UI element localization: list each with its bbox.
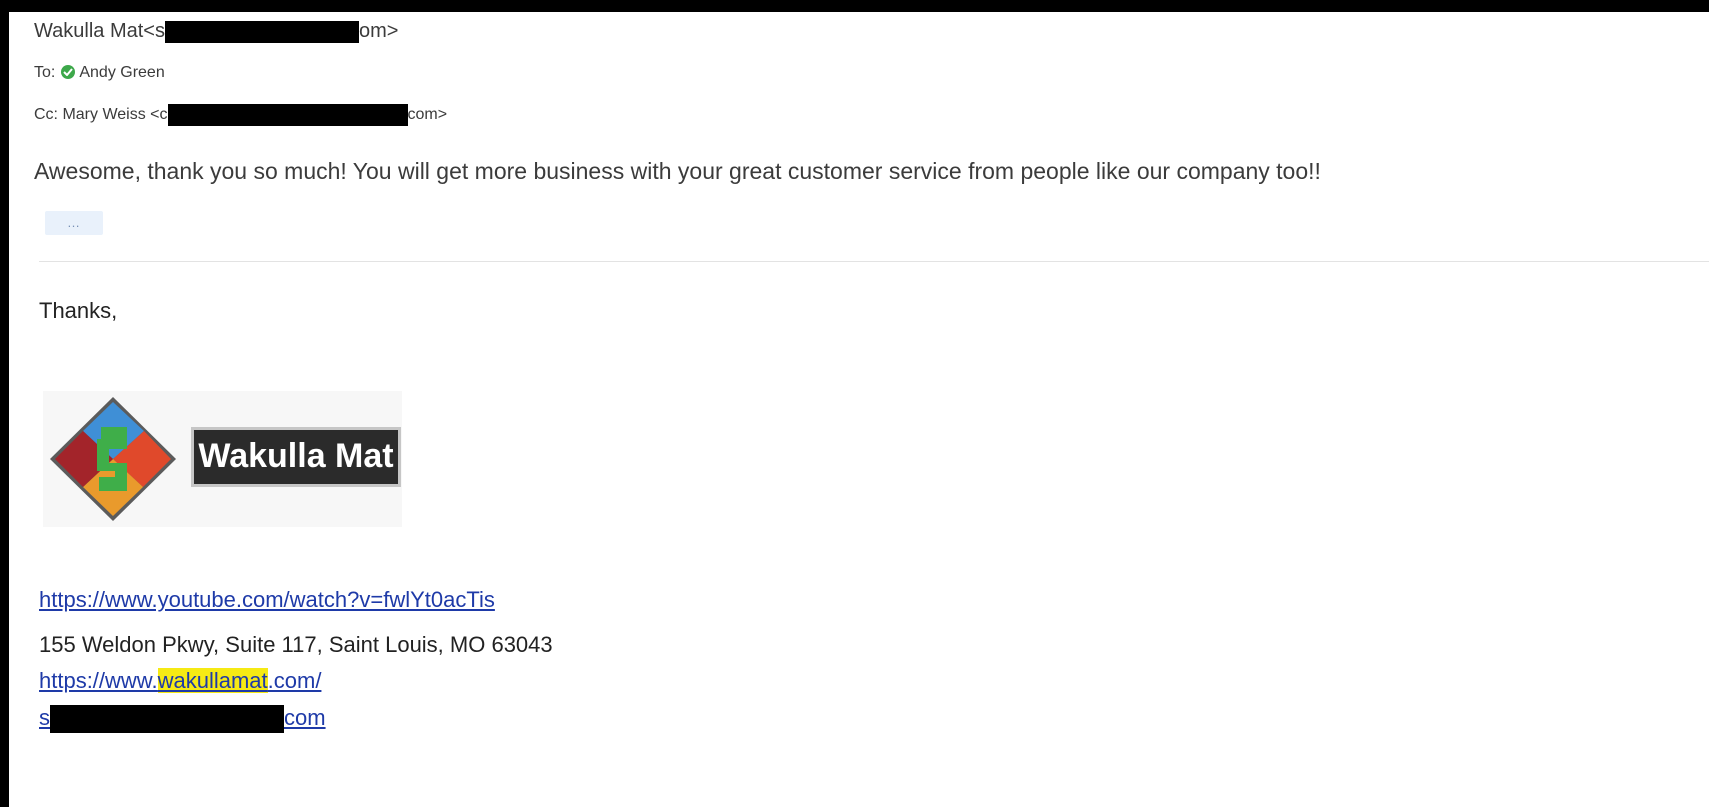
- website-prefix: https://www.: [39, 668, 158, 693]
- company-logo: Wakulla Mat: [43, 391, 402, 527]
- website-highlight: wakullamat: [157, 668, 268, 693]
- cc-label: Cc:: [34, 106, 58, 124]
- email-suffix: com: [284, 705, 326, 730]
- sender-email-suffix: om>: [358, 20, 399, 42]
- to-line: To: Andy Green: [34, 64, 165, 82]
- logo-wordmark: Wakulla Mat: [191, 427, 401, 487]
- divider: [39, 261, 1709, 262]
- left-black-band: [0, 0, 9, 807]
- screenshot-canvas: Wakulla Mat<s om> To: Andy Green Cc: Mary …: [0, 0, 1709, 807]
- redacted-block: [167, 104, 408, 126]
- sender-name: Wakulla Mat<s: [34, 20, 165, 42]
- cc-line: Cc: Mary Weiss <c com>: [34, 104, 447, 126]
- address: 155 Weldon Pkwy, Suite 117, Saint Louis,…: [39, 632, 553, 657]
- top-black-band: [0, 0, 1709, 12]
- to-label: To:: [34, 64, 56, 81]
- email-link[interactable]: s com: [39, 705, 326, 734]
- signature-greeting: Thanks,: [39, 298, 118, 323]
- presence-available-icon: [61, 64, 76, 79]
- sender-line[interactable]: Wakulla Mat<s om>: [34, 20, 398, 43]
- diamond-mosaic-logo-icon: [50, 397, 176, 521]
- website-suffix: .com/: [267, 668, 322, 693]
- redacted-block: [164, 20, 359, 43]
- youtube-link[interactable]: https://www.youtube.com/watch?v=fwlYt0ac…: [39, 587, 495, 613]
- message-body: Awesome, thank you so much! You will get…: [34, 158, 1321, 184]
- show-quoted-text-button[interactable]: …: [45, 211, 103, 235]
- email-message: Wakulla Mat<s om> To: Andy Green Cc: Mary …: [9, 12, 1709, 807]
- cc-recipient[interactable]: Mary Weiss <c: [62, 106, 167, 123]
- redacted-block: [50, 705, 284, 734]
- recipient-name[interactable]: Andy Green: [79, 64, 164, 81]
- email-prefix: s: [39, 705, 50, 730]
- website-link[interactable]: https://www.wakullamat.com/: [39, 668, 321, 694]
- cc-email-suffix: com>: [407, 106, 448, 124]
